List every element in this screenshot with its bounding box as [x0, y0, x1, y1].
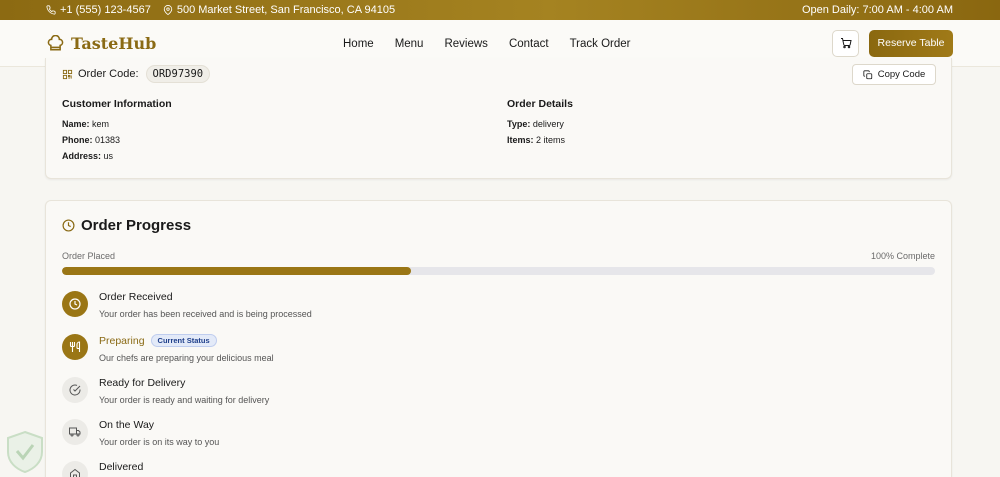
phone-number: +1 (555) 123-4567 — [60, 4, 151, 16]
address-text: 500 Market Street, San Francisco, CA 941… — [176, 4, 396, 16]
name-value: kem — [92, 119, 110, 129]
progress-left-label: Order Placed — [62, 251, 116, 261]
truck-icon — [69, 427, 81, 437]
nav-link-contact[interactable]: Contact — [509, 38, 549, 50]
order-code-value: ORD97390 — [145, 65, 211, 83]
items-label: Items: — [507, 135, 534, 145]
order-info-card: Order Code: ORD97390 Copy Code Customer … — [45, 58, 952, 179]
top-info-bar: +1 (555) 123-4567 500 Market Street, San… — [0, 0, 1000, 20]
address-value: us — [103, 151, 114, 161]
order-details: Order Details Type: delivery Items: 2 it… — [507, 98, 573, 151]
current-status-badge: Current Status — [150, 334, 217, 347]
step-title: On the Way — [99, 419, 155, 431]
step-circle — [62, 291, 88, 317]
customer-address: Address: us — [62, 151, 172, 161]
phone-label: Phone: — [62, 135, 93, 145]
clock-icon — [69, 298, 81, 310]
step-ready-for-delivery: Ready for Delivery Your order is ready a… — [62, 377, 269, 405]
step-title: Order Received — [99, 291, 173, 303]
chef-hat-icon — [47, 34, 64, 50]
phone-value: 01383 — [95, 135, 121, 145]
step-circle — [62, 461, 88, 477]
step-order-received: Order Received Your order has been recei… — [62, 291, 312, 319]
phone-icon — [46, 5, 56, 15]
step-circle — [62, 334, 88, 360]
order-code-row: Order Code: ORD97390 — [62, 65, 211, 83]
order-progress-title: Order Progress — [62, 217, 191, 234]
step-desc: Your order is ready and waiting for deli… — [99, 395, 270, 405]
address-info: 500 Market Street, San Francisco, CA 941… — [163, 4, 395, 16]
clock-icon — [62, 219, 75, 232]
nav-link-menu[interactable]: Menu — [395, 38, 424, 50]
copy-icon — [863, 69, 872, 79]
utensils-icon — [69, 341, 81, 352]
order-type: Type: delivery — [507, 119, 573, 129]
copy-code-label: Copy Code — [877, 69, 926, 80]
shield-watermark-icon — [7, 430, 43, 474]
home-icon — [70, 468, 80, 477]
customer-info-heading: Customer Information — [62, 98, 172, 110]
opening-hours: Open Daily: 7:00 AM - 4:00 AM — [801, 4, 953, 16]
step-desc: Our chefs are preparing your delicious m… — [99, 353, 274, 363]
step-title: Delivered — [99, 461, 144, 473]
progress-bar — [62, 267, 935, 275]
type-value: delivery — [532, 119, 564, 129]
address-label: Address: — [62, 151, 102, 161]
customer-phone: Phone: 01383 — [62, 135, 172, 145]
phone-info[interactable]: +1 (555) 123-4567 — [46, 4, 151, 16]
progress-labels: Order Placed 100% Complete — [62, 251, 935, 261]
brand-name: TasteHub — [71, 33, 157, 53]
nav-link-reviews[interactable]: Reviews — [444, 38, 487, 50]
order-items: Items: 2 items — [507, 135, 573, 145]
step-desc: Your order is on its way to you — [99, 437, 220, 447]
brand-logo[interactable]: TasteHub — [46, 34, 156, 53]
cart-icon — [840, 38, 852, 49]
step-title: Ready for Delivery — [99, 377, 186, 389]
progress-bar-fill — [62, 267, 412, 275]
step-on-the-way: On the Way Your order is on its way to y… — [62, 419, 219, 447]
progress-title-text: Order Progress — [81, 217, 192, 234]
order-details-heading: Order Details — [507, 98, 573, 110]
step-circle — [62, 419, 88, 445]
check-circle-icon — [69, 384, 81, 396]
step-title: Preparing Current Status — [99, 334, 274, 347]
qr-code-icon — [62, 69, 73, 79]
items-value: 2 items — [536, 135, 566, 145]
customer-name: Name: kem — [62, 119, 172, 129]
step-title-text: Preparing — [99, 334, 145, 347]
map-pin-icon — [163, 5, 172, 15]
step-delivered: Delivered — [62, 461, 143, 477]
name-label: Name: — [62, 119, 90, 129]
progress-right-label: 100% Complete — [870, 251, 935, 261]
copy-code-button[interactable]: Copy Code — [852, 64, 936, 85]
order-progress-card: Order Progress Order Placed 100% Complet… — [45, 200, 952, 477]
nav-link-track-order[interactable]: Track Order — [570, 38, 631, 50]
cart-button[interactable] — [832, 29, 859, 57]
step-preparing: Preparing Current Status Our chefs are p… — [62, 334, 274, 363]
customer-information: Customer Information Name: kem Phone: 01… — [62, 98, 172, 167]
step-desc: Your order has been received and is bein… — [99, 309, 312, 319]
step-circle — [62, 377, 88, 403]
nav-link-home[interactable]: Home — [343, 38, 374, 50]
type-label: Type: — [507, 119, 531, 129]
order-code-label: Order Code: — [78, 68, 139, 80]
reserve-table-button[interactable]: Reserve Table — [869, 29, 953, 57]
